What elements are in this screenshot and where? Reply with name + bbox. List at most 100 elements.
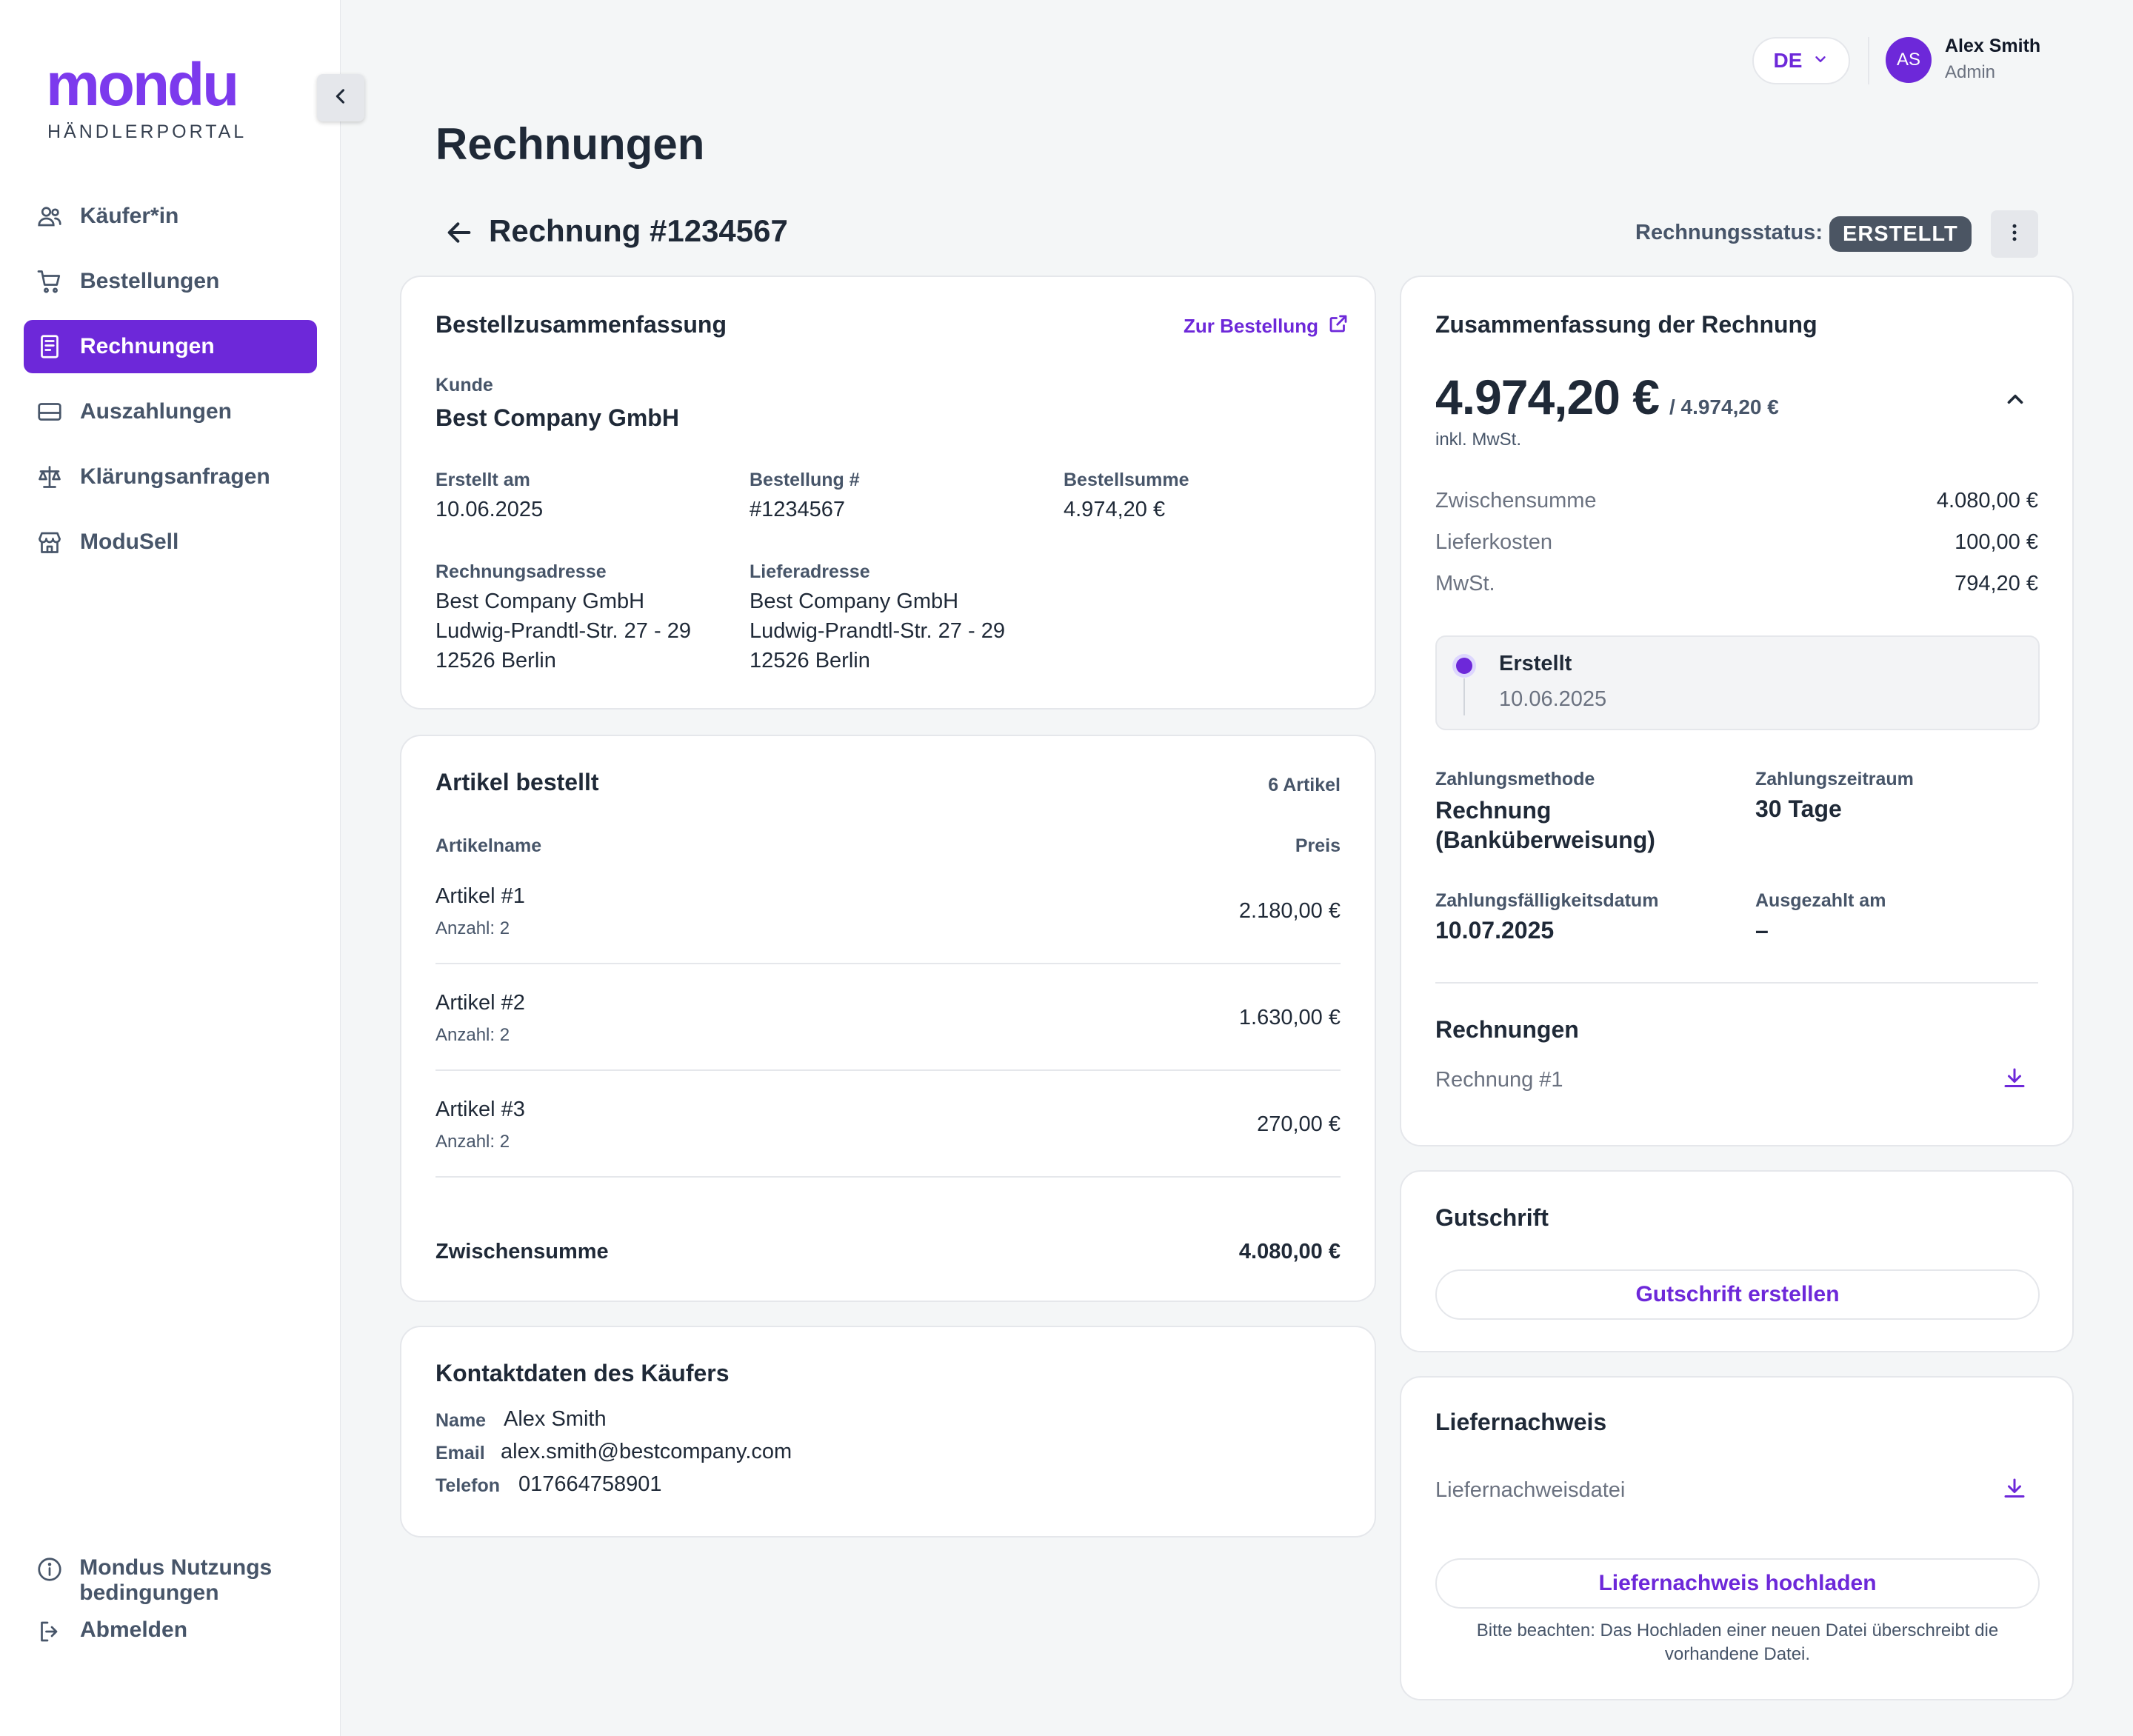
terms-label: Mondus Nutzungsbedingungen [79, 1555, 273, 1605]
sidebar-item-label: Klärungsanfragen [80, 464, 270, 489]
items-count: 6 Artikel [1268, 775, 1341, 795]
payment-term-label: Zahlungszeitraum [1755, 769, 1914, 789]
due-date: 10.07.2025 [1435, 917, 1555, 944]
order-link[interactable]: Zur Bestellung [1184, 313, 1349, 340]
sidebar-item-bestellungen[interactable]: Bestellungen [24, 255, 317, 308]
upload-note-line: Bitte beachten: Das Hochladen einer neue… [1476, 1620, 1999, 1640]
address-line: Ludwig-Prandtl-Str. 27 - 29 [750, 619, 1005, 643]
summary-line-value: 4.080,00 € [1936, 489, 2038, 513]
billing-address-label: Rechnungsadresse [435, 561, 607, 582]
item-name: Artikel #3 [435, 1098, 525, 1121]
credit-note-card: Gutschrift Gutschrift erstellen [1400, 1170, 2074, 1352]
sidebar-item-auszahlungen[interactable]: Auszahlungen [24, 385, 317, 438]
more-vertical-icon [2003, 221, 2026, 247]
timeline-date: 10.06.2025 [1499, 687, 1607, 711]
sidebar-collapse-button[interactable] [317, 74, 364, 121]
user-role: Admin [1945, 62, 1996, 82]
paid-date: – [1755, 917, 1769, 944]
invoice-summary-card: Zusammenfassung der Rechnung 4.974,20 € … [1400, 276, 2074, 1146]
invoice-file-name: Rechnung #1 [1435, 1068, 1563, 1092]
summary-line-label: MwSt. [1435, 572, 1495, 595]
address-line: 12526 Berlin [435, 649, 556, 672]
mondu-logo[interactable]: mondu HÄNDLERPORTAL [46, 55, 247, 143]
summary-line-value: 794,20 € [1955, 572, 2038, 595]
sidebar-bottom: Mondus Nutzungsbedingungen Abmelden [24, 1555, 317, 1657]
back-button[interactable] [443, 219, 475, 249]
contact-title: Kontaktdaten des Käufers [435, 1360, 730, 1386]
language-value: DE [1773, 49, 1803, 72]
topbar-divider [1868, 37, 1869, 84]
invoice-amount: 4.974,20 € / 4.974,20 € [1435, 369, 1779, 425]
order-total-value: 4.974,20 € [1064, 498, 1166, 521]
vat-note: inkl. MwSt. [1435, 430, 1522, 450]
contact-name: Alex Smith [504, 1407, 607, 1431]
chevron-left-icon [330, 86, 351, 110]
row-divider [435, 1069, 1341, 1071]
payment-method-label: Zahlungsmethode [1435, 769, 1595, 789]
sidebar-item-kaeufer[interactable]: Käufer*in [24, 190, 317, 243]
sidebar-item-klaerungsanfragen[interactable]: Klärungsanfragen [24, 450, 317, 504]
item-quantity: Anzahl: 2 [435, 1132, 510, 1152]
timeline-line [1463, 678, 1465, 715]
contact-name-label: Name [435, 1410, 487, 1431]
external-link-icon [1327, 313, 1349, 340]
timeline-dot [1456, 658, 1472, 674]
subtotal-label: Zwischensumme [435, 1240, 609, 1263]
download-icon [2001, 1478, 2028, 1505]
status-label: Rechnungsstatus: [1635, 221, 1823, 244]
logout-icon [36, 1618, 64, 1646]
items-title: Artikel bestellt [435, 769, 599, 795]
summary-line-label: Zwischensumme [1435, 489, 1597, 513]
chevron-up-icon [2003, 394, 2028, 415]
language-select[interactable]: DE [1752, 37, 1850, 84]
billing-address: Best Company GmbH Ludwig-Prandtl-Str. 27… [435, 587, 691, 675]
sidebar-item-label: Rechnungen [80, 334, 215, 358]
sidebar-nav: Käufer*in Bestellungen Rechnungen Auszah… [24, 190, 317, 581]
collapse-summary-button[interactable] [2003, 387, 2028, 415]
sidebar-item-rechnungen[interactable]: Rechnungen [24, 320, 317, 373]
paid-date-label: Ausgezahlt am [1755, 890, 1886, 911]
invoice-title: Rechnung #1234567 [489, 213, 788, 248]
scale-icon [36, 463, 64, 491]
timeline-status: Erstellt [1499, 652, 1572, 675]
sidebar-item-modusell[interactable]: ModuSell [24, 515, 317, 569]
order-total-label: Bestellsumme [1064, 470, 1189, 490]
contact-email[interactable]: alex.smith@bestcompany.com [501, 1440, 792, 1464]
created-value: 10.06.2025 [435, 498, 544, 521]
avatar[interactable]: AS [1886, 37, 1932, 83]
address-line: 12526 Berlin [750, 649, 870, 672]
summary-line-value: 100,00 € [1955, 530, 2038, 554]
ordered-items-card: Artikel bestellt 6 Artikel Artikelname P… [400, 735, 1376, 1302]
upload-delivery-proof-button[interactable]: Liefernachweis hochladen [1435, 1558, 2040, 1609]
order-summary-card: Bestellzusammenfassung Zur Bestellung Ku… [400, 276, 1376, 710]
created-label: Erstellt am [435, 470, 530, 490]
payment-term: 30 Tage [1755, 795, 1842, 822]
download-icon [2001, 1068, 2028, 1095]
customer-name: Best Company GmbH [435, 404, 679, 431]
buyer-contact-card: Kontaktdaten des Käufers Name Alex Smith… [400, 1326, 1376, 1538]
order-number-value: #1234567 [750, 498, 846, 521]
terms-link[interactable]: Mondus Nutzungsbedingungen [24, 1555, 276, 1606]
invoices-subtitle: Rechnungen [1435, 1016, 1579, 1043]
logout-label: Abmelden [80, 1618, 188, 1642]
contact-phone[interactable]: 017664758901 [518, 1472, 662, 1497]
row-divider [435, 1176, 1341, 1178]
section-divider [1435, 982, 2038, 984]
download-delivery-button[interactable] [2001, 1475, 2028, 1506]
item-price: 270,00 € [1257, 1112, 1341, 1136]
shipping-address-label: Lieferadresse [750, 561, 870, 582]
wallet-icon [36, 398, 64, 426]
logout-button[interactable]: Abmelden [24, 1618, 317, 1646]
logo-wordmark: mondu [46, 51, 239, 118]
delivery-title: Liefernachweis [1435, 1409, 1607, 1435]
address-line: Best Company GmbH [750, 590, 959, 613]
user-name: Alex Smith [1945, 36, 2041, 56]
download-invoice-button[interactable] [2001, 1065, 2028, 1095]
due-date-label: Zahlungsfälligkeitsdatum [1435, 890, 1659, 911]
invoice-icon [36, 333, 64, 361]
payment-method-line: (Banküberweisung) [1435, 827, 1655, 853]
delivery-file-name: Liefernachweisdatei [1435, 1478, 1626, 1502]
invoice-amount-value: 4.974,20 € [1435, 370, 1660, 424]
more-actions-button[interactable] [1991, 210, 2038, 258]
create-credit-note-button[interactable]: Gutschrift erstellen [1435, 1269, 2040, 1320]
